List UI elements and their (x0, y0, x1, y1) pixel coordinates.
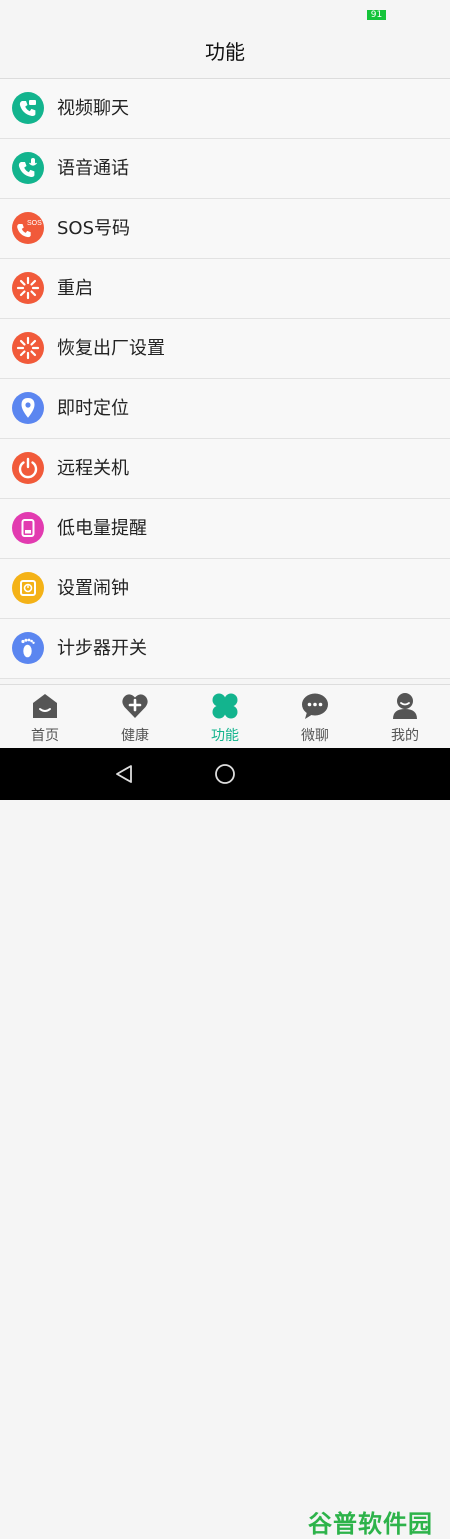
voice-call-icon (12, 152, 44, 184)
list-item-restart[interactable]: 重启 (0, 259, 450, 319)
back-icon[interactable] (112, 762, 136, 786)
list-item-low-battery-alert[interactable]: 低电量提醒 (0, 499, 450, 559)
tab-functions[interactable]: 功能 (180, 685, 270, 749)
video-call-icon (12, 92, 44, 124)
low-battery-icon (12, 512, 44, 544)
sos-icon: SOS (12, 212, 44, 244)
home-button-icon[interactable] (213, 762, 237, 786)
list-item-instant-location[interactable]: 即时定位 (0, 379, 450, 439)
status-bar: 91 (0, 0, 450, 26)
health-icon (122, 694, 148, 718)
list-item-label: 恢复出厂设置 (57, 338, 165, 359)
functions-icon (212, 693, 238, 719)
list-item-factory-reset[interactable]: 恢复出厂设置 (0, 319, 450, 379)
list-item-label: 低电量提醒 (57, 518, 147, 539)
alarm-icon (12, 572, 44, 604)
factory-reset-icon (12, 332, 44, 364)
restart-icon (12, 272, 44, 304)
list-item-label: SOS号码 (57, 218, 131, 239)
tab-profile[interactable]: 我的 (360, 685, 450, 749)
tab-label: 我的 (391, 728, 419, 744)
tab-chat[interactable]: 微聊 (270, 685, 360, 749)
tab-label: 微聊 (301, 728, 329, 744)
battery-indicator: 91 (367, 10, 386, 20)
list-item-pedometer-switch[interactable]: 计步器开关 (0, 619, 450, 679)
tab-health[interactable]: 健康 (90, 685, 180, 749)
list-item-label: 重启 (57, 278, 93, 299)
title-bar: 功能 (0, 26, 450, 79)
tab-label: 健康 (121, 728, 149, 744)
chat-icon (302, 693, 328, 719)
list-item-remote-shutdown[interactable]: 远程关机 (0, 439, 450, 499)
pedometer-icon (12, 632, 44, 664)
tab-home[interactable]: 首页 (0, 685, 90, 749)
profile-icon (393, 693, 417, 719)
list-item-sos-number[interactable]: SOS SOS号码 (0, 199, 450, 259)
page-title: 功能 (205, 40, 245, 64)
list-item-label: 远程关机 (57, 458, 129, 479)
list-item-video-chat[interactable]: 视频聊天 (0, 79, 450, 139)
list-item-voice-call[interactable]: 语音通话 (0, 139, 450, 199)
location-icon (12, 392, 44, 424)
home-icon (33, 694, 57, 718)
list-item-label: 设置闹钟 (57, 578, 129, 599)
list-item-label: 计步器开关 (57, 638, 147, 659)
tab-label: 首页 (31, 728, 59, 744)
system-nav-bar: 谷普软件园 (0, 748, 450, 1538)
svg-text:SOS: SOS (27, 220, 42, 227)
list-item-label: 语音通话 (57, 158, 129, 179)
watermark-logo: 谷普软件园 (308, 1510, 433, 1538)
function-list: 视频聊天 语音通话 SOS SOS号码 重启 恢复出厂设置 即时定位 远程关机 … (0, 79, 450, 679)
power-icon (12, 452, 44, 484)
tab-label: 功能 (211, 728, 239, 744)
list-item-label: 视频聊天 (57, 98, 129, 119)
list-item-set-alarm[interactable]: 设置闹钟 (0, 559, 450, 619)
bottom-tab-bar: 首页 健康 功能 微聊 我的 (0, 684, 450, 749)
list-item-label: 即时定位 (57, 398, 129, 419)
